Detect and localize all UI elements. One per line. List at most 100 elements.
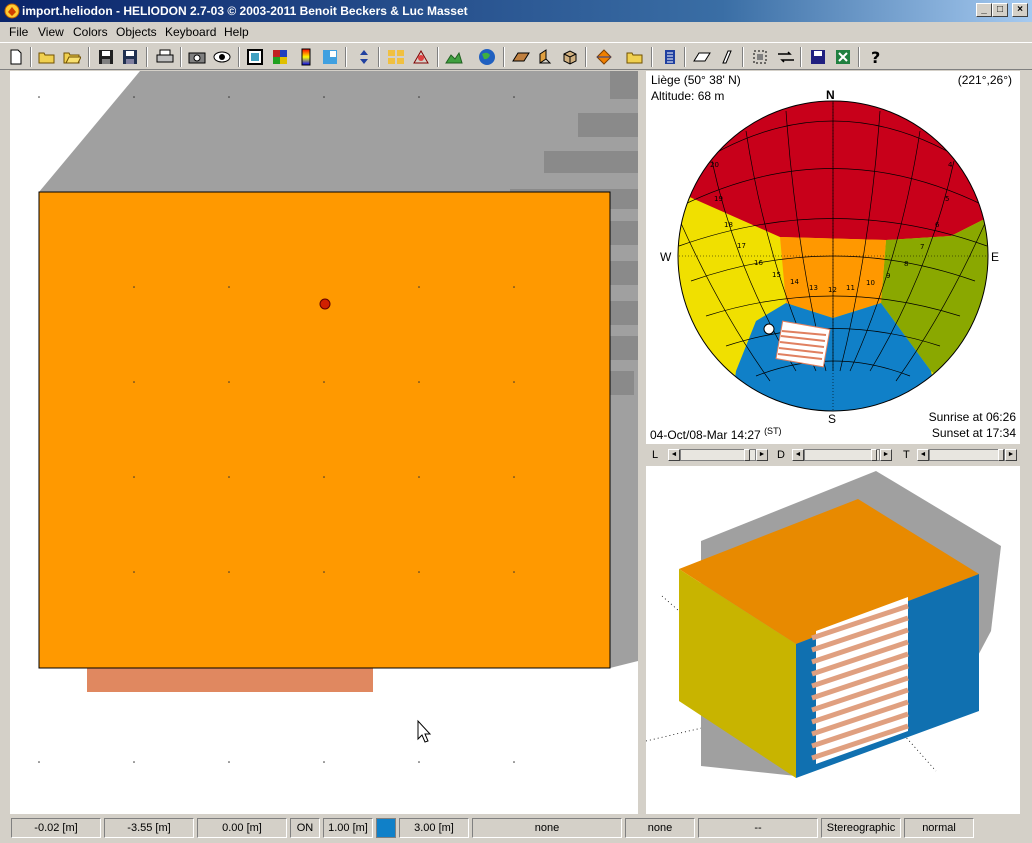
north-label: N: [826, 88, 835, 102]
status-step[interactable]: 1.00 [m]: [323, 818, 373, 838]
gradient-icon[interactable]: [296, 47, 316, 67]
help-icon[interactable]: ?: [866, 47, 886, 67]
svg-text:4: 4: [948, 161, 953, 169]
svg-text:17: 17: [737, 242, 746, 250]
svg-text:13: 13: [809, 284, 818, 292]
svg-text:8: 8: [904, 260, 908, 268]
window-panes-icon[interactable]: [320, 47, 340, 67]
save-as-icon[interactable]: [120, 47, 140, 67]
new-icon[interactable]: [6, 47, 26, 67]
status-selection-1: none: [472, 818, 622, 838]
parallelogram-icon[interactable]: [692, 47, 712, 67]
globe-icon[interactable]: [477, 47, 497, 67]
sun-position-marker[interactable]: [763, 323, 775, 335]
menu-bar: File View Colors Objects Keyboard Help: [0, 22, 1032, 42]
shadow-icon[interactable]: [411, 47, 431, 67]
print-icon[interactable]: [155, 47, 175, 67]
arrows-icon[interactable]: [776, 47, 796, 67]
svg-text:15: 15: [772, 271, 781, 279]
svg-text:10: 10: [866, 279, 875, 287]
slider-t-right-arrow[interactable]: ►: [1005, 449, 1017, 461]
layout-icon[interactable]: [386, 47, 406, 67]
slider-d-left-arrow[interactable]: ◄: [792, 449, 804, 461]
plane-icon[interactable]: [511, 47, 531, 67]
plan-canvas[interactable]: [10, 71, 638, 814]
slider-t-left-arrow[interactable]: ◄: [917, 449, 929, 461]
menu-help[interactable]: Help: [224, 25, 249, 39]
slash-icon[interactable]: [717, 47, 737, 67]
stereographic-sun-chart[interactable]: 4 5 6 7 8 9 10 11 12 13 14 15 16 17 18 1…: [646, 71, 1020, 444]
svg-text:7: 7: [920, 243, 924, 251]
box-icon[interactable]: [560, 47, 580, 67]
excel-icon[interactable]: [833, 47, 853, 67]
status-projection[interactable]: Stereographic: [821, 818, 901, 838]
slider-d-thumb[interactable]: [870, 449, 877, 461]
status-z: 0.00 [m]: [197, 818, 287, 838]
slider-d-track[interactable]: [804, 449, 880, 461]
camera-icon[interactable]: [187, 47, 207, 67]
svg-text:6: 6: [935, 221, 940, 229]
eye-icon[interactable]: [212, 47, 232, 67]
status-y: -3.55 [m]: [104, 818, 194, 838]
window-title: import.heliodon - HELIODON 2.7-03 © 2003…: [22, 4, 468, 18]
origin-marker[interactable]: [319, 298, 331, 310]
status-height[interactable]: 3.00 [m]: [399, 818, 469, 838]
menu-colors[interactable]: Colors: [73, 25, 108, 39]
frame-icon[interactable]: [245, 47, 265, 67]
3d-canvas[interactable]: [645, 466, 1020, 814]
maximize-button[interactable]: □: [992, 3, 1008, 17]
svg-text:5: 5: [945, 195, 949, 203]
view-sliders: L ◄ ► D ◄ ► T ◄ ►: [646, 446, 1020, 464]
svg-text:12: 12: [828, 286, 837, 294]
close-button[interactable]: ×: [1012, 3, 1028, 17]
folder-icon[interactable]: [625, 47, 645, 67]
sunset-label: Sunset at 17:34: [931, 426, 1016, 440]
status-bar: -0.02 [m] -3.55 [m] 0.00 [m] ON 1.00 [m]…: [0, 814, 1032, 843]
building-roof[interactable]: [38, 191, 611, 669]
south-label: S: [828, 412, 837, 426]
slider-t-thumb[interactable]: [997, 449, 1004, 461]
svg-text:11: 11: [846, 284, 855, 292]
slider-l-right-arrow[interactable]: ►: [756, 449, 768, 461]
status-x: -0.02 [m]: [11, 818, 101, 838]
swap-vertical-icon[interactable]: [354, 47, 374, 67]
slider-l-thumb[interactable]: [744, 449, 751, 461]
slider-l-label: L: [652, 449, 659, 461]
plan-view[interactable]: [10, 71, 638, 814]
menu-file[interactable]: File: [9, 25, 28, 39]
status-snap[interactable]: ON: [290, 818, 320, 838]
slider-d-label: D: [777, 449, 785, 461]
save-icon[interactable]: [96, 47, 116, 67]
app-icon: [4, 3, 20, 19]
menu-view[interactable]: View: [38, 25, 64, 39]
cube-face-icon[interactable]: [535, 47, 555, 67]
svg-text:18: 18: [724, 221, 733, 229]
title-bar[interactable]: import.heliodon - HELIODON 2.7-03 © 2003…: [0, 0, 1032, 22]
sun-chart-panel[interactable]: Liège (50° 38' N) Altitude: 68 m (221°,2…: [646, 71, 1020, 444]
disk-icon[interactable]: [808, 47, 828, 67]
svg-text:16: 16: [754, 259, 763, 267]
window-louvers: [775, 320, 831, 368]
open-folder-icon[interactable]: [62, 47, 82, 67]
east-label: E: [991, 250, 1000, 264]
grid-colors-icon[interactable]: [270, 47, 290, 67]
diamond-icon[interactable]: [594, 47, 614, 67]
minimize-button[interactable]: _: [976, 3, 992, 17]
svg-text:14: 14: [790, 278, 799, 286]
list-icon[interactable]: [660, 47, 680, 67]
terrain-icon[interactable]: [444, 47, 464, 67]
status-selection-2: none: [625, 818, 695, 838]
svg-text:19: 19: [714, 195, 723, 203]
menu-objects[interactable]: Objects: [116, 25, 157, 39]
slider-l-left-arrow[interactable]: ◄: [668, 449, 680, 461]
dots-grid-icon[interactable]: [750, 47, 770, 67]
svg-text:9: 9: [886, 272, 890, 280]
open-icon[interactable]: [37, 47, 57, 67]
menu-keyboard[interactable]: Keyboard: [165, 25, 216, 39]
ground-patch: [87, 668, 373, 692]
slider-t-track[interactable]: [929, 449, 1005, 461]
status-mode[interactable]: normal: [904, 818, 974, 838]
3d-view[interactable]: [645, 466, 1020, 814]
status-color-swatch[interactable]: [376, 818, 396, 838]
slider-d-right-arrow[interactable]: ►: [880, 449, 892, 461]
